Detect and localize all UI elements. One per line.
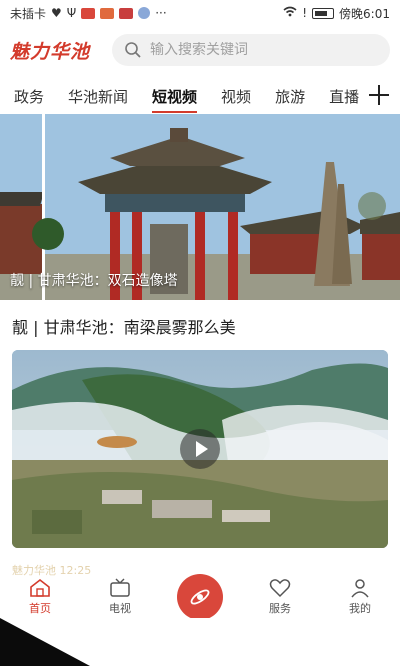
app-notification-icon-3 — [119, 7, 134, 19]
video-thumbnail[interactable] — [12, 350, 388, 548]
nav-services-label: 服务 — [269, 602, 291, 615]
carrier-text: 未插卡 — [10, 6, 47, 21]
tabs-scroll[interactable]: 政务 华池新闻 短视频 视频 旅游 直播 — [0, 80, 362, 113]
app-notification-icon-4 — [138, 7, 151, 19]
usb-icon: Ψ — [66, 6, 77, 20]
article-meta: 魅力华池 12:25 — [12, 564, 92, 577]
wifi-icon — [283, 6, 297, 20]
data-icon: ! — [302, 6, 308, 20]
tv-icon — [110, 578, 130, 597]
status-left: 未插卡 ♥ Ψ ··· — [10, 5, 167, 22]
app-logo: 魅力华池 — [10, 40, 91, 63]
nav-mine-label: 我的 — [349, 602, 371, 615]
search-icon — [125, 42, 141, 58]
hero-caption: 靓 | 甘肃华池：双石造像塔 — [10, 273, 178, 289]
status-right: ! 傍晚6:01 — [283, 5, 390, 22]
tab-video[interactable]: 视频 — [221, 80, 251, 113]
category-tabs: 政务 华池新闻 短视频 视频 旅游 直播 — [0, 78, 400, 114]
more-dots-icon: ··· — [155, 6, 167, 20]
article-title[interactable]: 靓 | 甘肃华池：南梁晨雾那么美 — [12, 314, 236, 338]
home-icon — [30, 578, 50, 597]
search-bar[interactable] — [112, 34, 390, 66]
app-notification-icon-2 — [100, 7, 115, 19]
plus-icon[interactable] — [366, 82, 392, 108]
battery-icon — [312, 7, 335, 19]
nav-tv[interactable]: 电视 — [85, 578, 155, 616]
hero-banner[interactable]: 靓 | 甘肃华池：双石造像塔 — [0, 114, 400, 300]
tab-short-video[interactable]: 短视频 — [152, 80, 198, 113]
app-header: 魅力华池 — [0, 30, 400, 70]
dark-corner-overlay — [0, 618, 90, 666]
nav-mine[interactable]: 我的 — [325, 578, 395, 616]
nav-services[interactable]: 服务 — [245, 578, 315, 616]
nav-home-label: 首页 — [29, 602, 51, 615]
tab-huachi-news[interactable]: 华池新闻 — [68, 80, 128, 113]
nav-home[interactable]: 首页 — [5, 578, 75, 616]
center-action-button[interactable] — [177, 574, 223, 620]
status-bar: 未插卡 ♥ Ψ ··· ! 傍晚6:01 — [0, 0, 400, 26]
tab-live[interactable]: 直播 — [329, 80, 359, 113]
nav-tv-label: 电视 — [109, 602, 131, 615]
clock-text: 傍晚6:01 — [339, 6, 390, 21]
heart-status-icon: ♥ — [51, 6, 62, 20]
search-input[interactable] — [150, 42, 370, 58]
heart-icon — [269, 579, 291, 598]
tab-politics[interactable]: 政务 — [14, 80, 44, 113]
tab-travel[interactable]: 旅游 — [275, 80, 305, 113]
orbit-icon — [190, 589, 210, 605]
app-notification-icon — [81, 7, 96, 19]
user-icon — [351, 579, 369, 598]
play-button[interactable] — [180, 429, 220, 469]
